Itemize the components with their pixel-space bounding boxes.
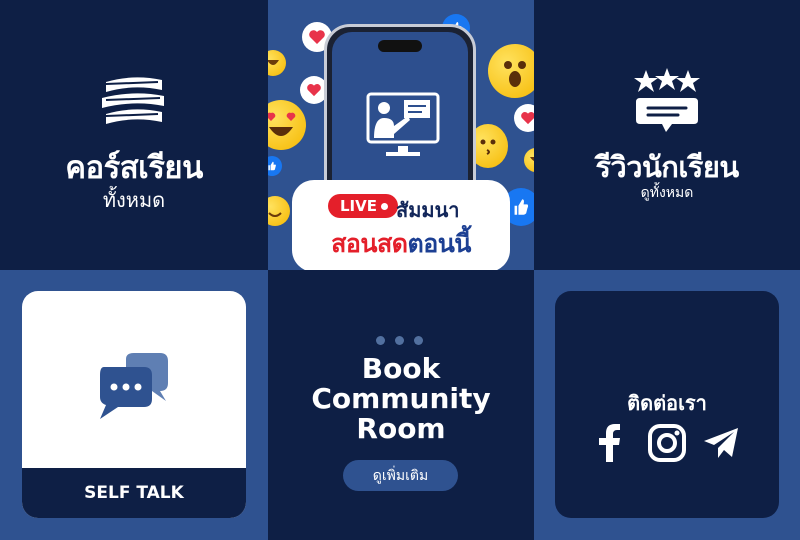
live-card[interactable]: LIVE สัมมนา สอนสดตอนนี้: [292, 180, 510, 270]
book-title-line2: Community: [311, 382, 491, 415]
instagram-icon[interactable]: [647, 423, 687, 463]
live-title-line2: สอนสดตอนนี้: [306, 224, 496, 264]
like-emoji-icon-2: [268, 156, 282, 176]
chat-bubbles-icon: [100, 353, 168, 419]
wink-emoji-icon: [268, 196, 290, 226]
live-title-line1: สัมมนา: [396, 198, 460, 222]
selftalk-card[interactable]: SELF TALK: [22, 291, 246, 518]
wow-emoji-icon: [488, 44, 534, 98]
reviews-subtitle[interactable]: ดูทั้งหมด: [534, 182, 800, 204]
book-title-line3: Room: [356, 412, 446, 445]
live-title-blue: ตอนนี้: [407, 229, 471, 258]
contact-card: ติดต่อเรา: [555, 291, 779, 518]
courses-tile[interactable]: คอร์สเรียน ทั้งหมด: [0, 0, 268, 270]
courses-subtitle: ทั้งหมด: [102, 188, 166, 212]
grin-emoji-icon: [268, 50, 286, 76]
books-icon: [102, 77, 164, 124]
heart-eyes-emoji-icon: [268, 100, 306, 150]
smile-emoji-icon: [524, 148, 534, 172]
heart-emoji-icon-3: [514, 104, 534, 132]
phone-notch: [378, 40, 422, 52]
reviews-tile[interactable]: รีวิวนักเรียน ดูทั้งหมด: [534, 0, 800, 270]
live-badge: LIVE: [328, 194, 398, 218]
facebook-icon[interactable]: [589, 423, 629, 463]
telegram-icon[interactable]: [701, 423, 741, 463]
teacher-screen-icon: [366, 92, 440, 156]
see-more-button[interactable]: ดูเพิ่มเติม: [343, 460, 458, 491]
contact-tile: ติดต่อเรา: [534, 270, 800, 540]
book-title-line1: Book: [361, 352, 441, 385]
selftalk-label: SELF TALK: [22, 468, 246, 518]
review-stars-icon: [634, 68, 700, 132]
live-badge-text: LIVE: [340, 197, 377, 215]
book-community-tile: Book Community Room ดูเพิ่มเติม: [268, 270, 534, 540]
decorative-dots: [376, 330, 433, 349]
live-dot: [381, 203, 388, 210]
contact-title: ติดต่อเรา: [627, 391, 707, 415]
selftalk-tile: SELF TALK: [0, 270, 268, 540]
live-title-red: สอนสด: [331, 229, 408, 258]
live-tile[interactable]: LIVE สัมมนา สอนสดตอนนี้: [268, 0, 534, 270]
